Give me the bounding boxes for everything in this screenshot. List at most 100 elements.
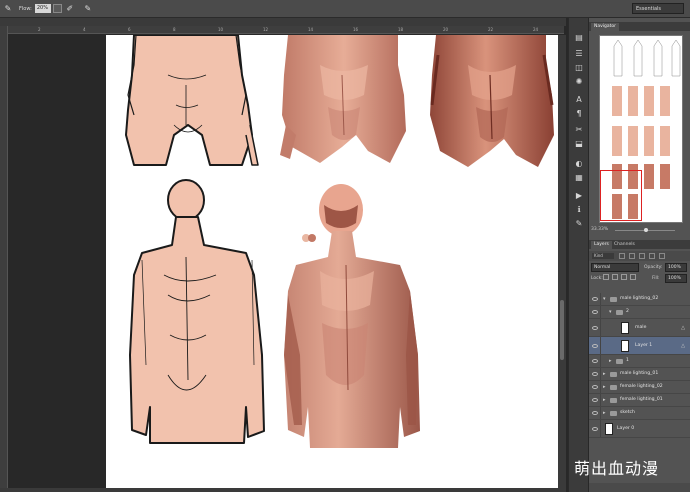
swatches-icon[interactable]: ◫ xyxy=(573,62,585,73)
blend-mode-select[interactable]: Normal xyxy=(591,263,639,272)
history-icon[interactable]: ▤ xyxy=(573,32,585,43)
layer-row[interactable]: ▸ 1 xyxy=(589,355,690,368)
lock-label: Lock: xyxy=(591,276,603,281)
expand-arrow-icon[interactable]: ▾ xyxy=(609,309,612,315)
ruler-tick-label: 12 xyxy=(263,27,269,32)
ruler-tick-label: 2 xyxy=(38,27,41,32)
ruler-tick-label: 4 xyxy=(83,27,86,32)
zoom-value[interactable]: 33.33% xyxy=(591,227,608,232)
fill-input[interactable]: 100% xyxy=(665,274,687,283)
visibility-eye-icon[interactable] xyxy=(592,385,598,389)
layer-row[interactable]: ▾ 2 xyxy=(589,306,690,319)
ruler-tick-label: 20 xyxy=(443,27,449,32)
right-panels: Navigator 33.33% Layers Channels Kind No… xyxy=(589,18,690,492)
ruler-tick-label: 16 xyxy=(353,27,359,32)
properties-icon[interactable]: ☰ xyxy=(573,48,585,59)
navigator-view-box[interactable] xyxy=(600,170,642,221)
tool-presets-icon[interactable]: ✂ xyxy=(573,124,585,135)
layer-name: 1 xyxy=(626,358,629,363)
pressure-icon[interactable]: ✎ xyxy=(83,4,93,14)
character-icon[interactable]: A xyxy=(573,94,585,105)
zoom-slider-knob[interactable] xyxy=(644,228,648,232)
filter-kind-select[interactable]: Kind xyxy=(592,253,614,259)
artwork xyxy=(125,35,554,448)
lock-pixels-icon[interactable] xyxy=(612,274,618,280)
adjustments-icon[interactable]: ◐ xyxy=(573,158,585,169)
horizontal-scrollbar[interactable] xyxy=(0,488,566,492)
layer-lock-icon: △ xyxy=(681,324,685,331)
lock-transparency-icon[interactable] xyxy=(603,274,609,280)
figure-flat-top xyxy=(125,35,259,166)
tab-channels[interactable]: Channels xyxy=(611,241,638,249)
tab-layers[interactable]: Layers xyxy=(591,241,612,249)
layer-name: 2 xyxy=(626,309,629,314)
brush-tool-icon[interactable]: ✎ xyxy=(3,4,13,14)
layer-name: female lighting_01 xyxy=(620,397,663,402)
collapsed-arrow-icon[interactable]: ▸ xyxy=(603,397,606,403)
tab-navigator[interactable]: Navigator xyxy=(591,23,620,31)
ruler-tick-label: 10 xyxy=(218,27,224,32)
ruler-left xyxy=(0,26,8,488)
visibility-eye-icon[interactable] xyxy=(592,411,598,415)
brush-preset-icon[interactable]: ✎ xyxy=(573,218,585,229)
visibility-eye-icon[interactable] xyxy=(592,297,598,301)
figure-shaded-bottom xyxy=(284,184,420,448)
navigator-tabs: Navigator xyxy=(589,22,690,31)
layer-row[interactable]: ▸ male lighting_01 xyxy=(589,368,690,381)
layer-name: male lighting_01 xyxy=(620,371,659,376)
flow-input[interactable]: 20% xyxy=(34,4,51,13)
document-canvas[interactable] xyxy=(106,35,558,488)
layer-row[interactable]: Layer 0 xyxy=(589,420,690,438)
layer-row[interactable]: male △ xyxy=(589,319,690,337)
panel-dock-icons: ▤ ☰ ◫ ✺ A ¶ ✂ ⬓ ◐ ▦ ▶ ℹ ✎ xyxy=(568,18,588,492)
fill-label: Fill: xyxy=(652,276,660,281)
vertical-scrollbar[interactable] xyxy=(558,35,566,488)
collapsed-arrow-icon[interactable]: ▸ xyxy=(603,371,606,377)
styles-icon[interactable]: ▦ xyxy=(573,172,585,183)
airbrush-icon[interactable]: ✐ xyxy=(65,4,75,14)
layer-row[interactable]: ▾ male lighting_02 xyxy=(589,293,690,306)
visibility-eye-icon[interactable] xyxy=(592,325,598,330)
figure-soft-top xyxy=(280,35,406,163)
layer-thumbnail xyxy=(621,322,629,334)
collapsed-arrow-icon[interactable]: ▸ xyxy=(603,410,606,416)
info-icon[interactable]: ℹ xyxy=(573,204,585,215)
ruler-tick-label: 22 xyxy=(488,27,494,32)
paragraph-icon[interactable]: ¶ xyxy=(573,108,585,119)
expand-arrow-icon[interactable]: ▾ xyxy=(603,296,606,302)
layer-name: sketch xyxy=(620,410,635,415)
filter-smart-icon[interactable] xyxy=(659,253,665,259)
layer-row-selected[interactable]: Layer 1 △ xyxy=(589,337,690,355)
lock-icons xyxy=(603,274,643,282)
actions-icon[interactable]: ▶ xyxy=(573,190,585,201)
visibility-eye-icon[interactable] xyxy=(592,426,598,431)
vertical-scroll-thumb[interactable] xyxy=(560,300,564,360)
layer-row[interactable]: ▸ sketch xyxy=(589,407,690,420)
flow-label: Flow: xyxy=(19,5,32,12)
visibility-eye-icon[interactable] xyxy=(592,310,598,314)
visibility-eye-icon[interactable] xyxy=(592,398,598,402)
lock-all-icon[interactable] xyxy=(630,274,636,280)
layers-tabs: Layers Channels xyxy=(589,240,690,249)
visibility-eye-icon[interactable] xyxy=(592,372,598,376)
folder-icon xyxy=(610,384,617,390)
filter-type-icon[interactable] xyxy=(639,253,645,259)
filter-shape-icon[interactable] xyxy=(649,253,655,259)
lock-position-icon[interactable] xyxy=(621,274,627,280)
opacity-input[interactable]: 100% xyxy=(665,263,687,272)
collapsed-arrow-icon[interactable]: ▸ xyxy=(609,358,612,364)
visibility-eye-icon[interactable] xyxy=(592,359,598,363)
collapsed-arrow-icon[interactable]: ▸ xyxy=(603,384,606,390)
layer-row[interactable]: ▸ female lighting_02 xyxy=(589,381,690,394)
clone-source-icon[interactable]: ⬓ xyxy=(573,138,585,149)
layer-row[interactable]: ▸ female lighting_01 xyxy=(589,394,690,407)
workspace-select[interactable]: Essentials xyxy=(632,3,684,14)
layer-name: male xyxy=(635,324,647,330)
brushes-icon[interactable]: ✺ xyxy=(573,76,585,87)
layers-bottom-bar xyxy=(589,483,690,492)
ruler-tick-label: 24 xyxy=(533,27,539,32)
filter-pixel-icon[interactable] xyxy=(619,253,625,259)
visibility-eye-icon[interactable] xyxy=(592,343,598,348)
flow-dropdown[interactable] xyxy=(52,4,62,13)
filter-adjustment-icon[interactable] xyxy=(629,253,635,259)
